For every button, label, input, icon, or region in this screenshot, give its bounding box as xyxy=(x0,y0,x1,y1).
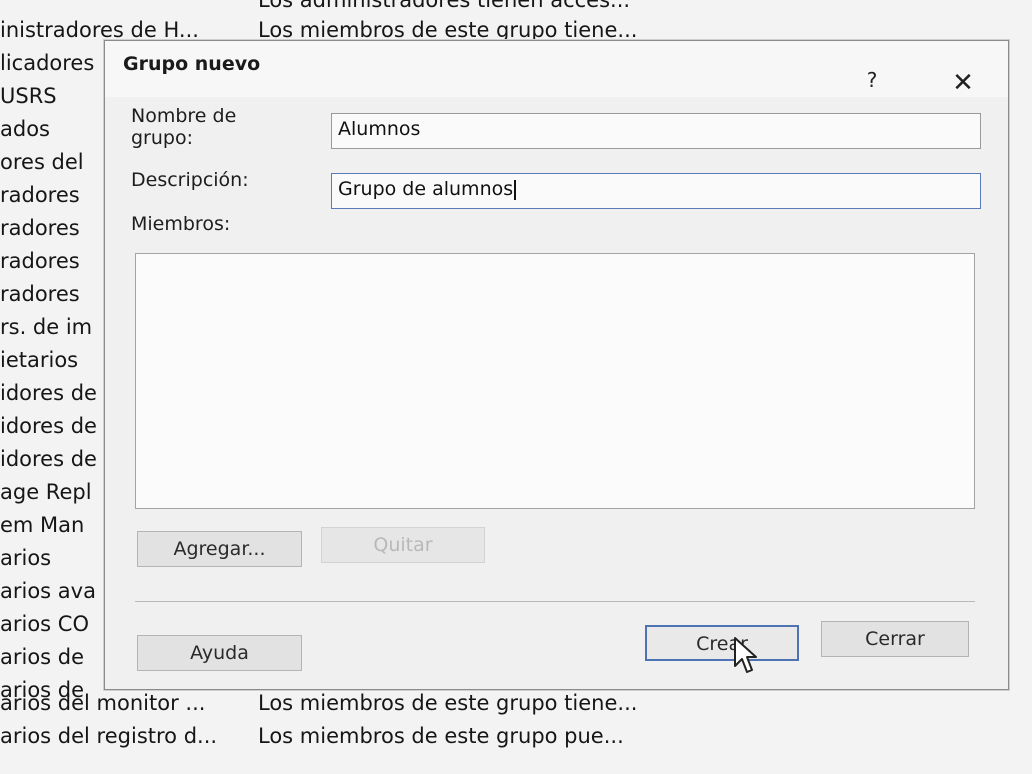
list-item-name: radores xyxy=(0,249,80,273)
list-item[interactable]: arios de xyxy=(0,645,84,669)
help-button[interactable]: Ayuda xyxy=(137,635,302,671)
list-item-name: arios del monitor ... xyxy=(0,691,206,715)
list-item-name: arios de xyxy=(0,645,85,669)
list-item[interactable]: arios del monitor ... Los miembros de est… xyxy=(0,691,637,715)
description-input[interactable]: Grupo de alumnos xyxy=(331,173,981,209)
list-item[interactable]: em Man xyxy=(0,513,84,537)
list-item[interactable]: ores del xyxy=(0,150,84,174)
dialog-title: Grupo nuevo xyxy=(123,53,261,75)
list-item-name: age Repl xyxy=(0,480,92,504)
list-item-name: radores xyxy=(0,282,80,306)
help-title-button[interactable]: ? xyxy=(857,65,887,95)
group-name-value: Alumnos xyxy=(338,118,421,140)
list-item-name: inistradores de H... xyxy=(0,18,199,42)
list-item[interactable]: idores de xyxy=(0,414,97,438)
list-item-name: ados xyxy=(0,117,50,141)
list-item-name: rs. de im xyxy=(0,315,93,339)
list-item[interactable]: radores xyxy=(0,216,80,240)
list-item-name: radores xyxy=(0,183,80,207)
members-list[interactable] xyxy=(135,253,975,509)
description-label: Descripción: xyxy=(131,169,249,191)
list-item-name: arios xyxy=(0,546,52,570)
list-item-name: ores del xyxy=(0,150,84,174)
list-item[interactable]: idores de xyxy=(0,381,97,405)
list-item-name: idores de xyxy=(0,447,97,471)
create-button[interactable]: Crear xyxy=(645,625,799,661)
list-item[interactable]: radores xyxy=(0,249,80,273)
list-item[interactable]: rs. de im xyxy=(0,315,92,339)
group-name-input[interactable]: Alumnos xyxy=(331,113,981,149)
members-label: Miembros: xyxy=(131,213,231,235)
list-item[interactable]: licadores xyxy=(0,51,94,75)
list-item[interactable]: ietarios xyxy=(0,348,78,372)
list-item[interactable]: arios del registro d... Los miembros de e… xyxy=(0,724,624,748)
group-name-label: Nombre de grupo: xyxy=(131,105,237,149)
list-item[interactable]: inistradores de H... Los miembros de este… xyxy=(0,18,637,42)
add-button[interactable]: Agregar... xyxy=(137,531,302,567)
list-item[interactable]: age Repl xyxy=(0,480,92,504)
list-item-name: idores de xyxy=(0,381,97,405)
list-item-description: Los miembros de este grupo pue... xyxy=(258,724,624,748)
list-item-description: Los miembros de este grupo tiene... xyxy=(258,691,638,715)
list-item[interactable]: radores xyxy=(0,282,80,306)
list-item[interactable]: idores de xyxy=(0,447,97,471)
list-item-name: idores de xyxy=(0,414,97,438)
close-icon[interactable]: ✕ xyxy=(945,67,981,99)
list-item-description: Los administradores tienen acces... xyxy=(258,0,631,12)
list-item-name: ietarios xyxy=(0,348,79,372)
text-caret xyxy=(514,179,517,200)
list-item-name: em Man xyxy=(0,513,85,537)
list-item[interactable]: arios ava xyxy=(0,579,96,603)
list-item[interactable]: USRS xyxy=(0,84,57,108)
list-item-name: arios ava xyxy=(0,579,96,603)
new-group-dialog: Grupo nuevo ? ✕ Nombre de grupo: Alumnos… xyxy=(104,40,1009,690)
mouse-pointer-icon xyxy=(734,637,757,673)
remove-button[interactable]: Quitar xyxy=(321,527,485,563)
list-item-name: licadores xyxy=(0,51,95,75)
dialog-title-bar: Grupo nuevo ? ✕ xyxy=(105,41,1008,99)
list-item[interactable]: radores xyxy=(0,183,80,207)
list-item-name: USRS xyxy=(0,84,57,108)
list-item-name: arios CO xyxy=(0,612,89,636)
list-item[interactable]: arios xyxy=(0,546,51,570)
list-item-name: arios del registro d... xyxy=(0,724,218,748)
list-item[interactable]: ados xyxy=(0,117,50,141)
list-item-description: Los miembros de este grupo tiene... xyxy=(258,18,638,42)
close-button[interactable]: Cerrar xyxy=(821,621,969,657)
list-item[interactable]: arios CO xyxy=(0,612,89,636)
list-item-name: radores xyxy=(0,216,80,240)
divider xyxy=(135,601,975,602)
description-value: Grupo de alumnos xyxy=(338,178,514,200)
